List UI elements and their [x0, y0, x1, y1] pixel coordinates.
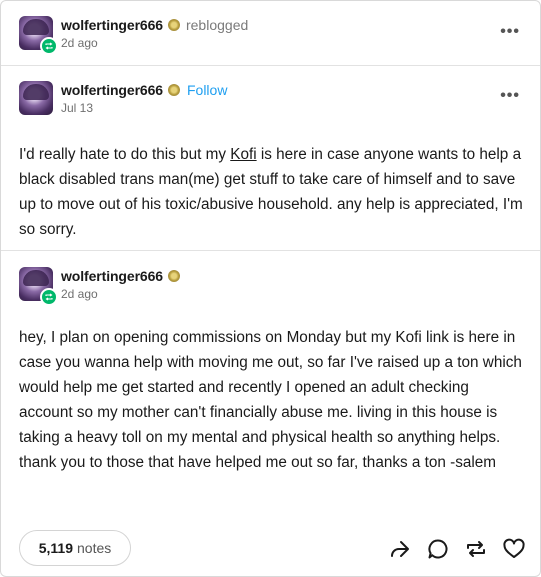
share-icon[interactable] [388, 537, 412, 561]
post-time[interactable]: 2d ago [61, 287, 180, 301]
notes-count: 5,119 [38, 540, 73, 556]
post-time[interactable]: 2d ago [61, 36, 248, 50]
verified-gear-icon [167, 270, 180, 282]
username[interactable]: wolfertinger666 [61, 17, 163, 33]
notes-button[interactable]: 5,119 notes [19, 530, 131, 566]
verified-gear-icon [167, 19, 180, 31]
kofi-link[interactable]: Kofi [230, 146, 256, 163]
post-actions [388, 537, 526, 561]
username[interactable]: wolfertinger666 [61, 268, 163, 284]
reblog-header: wolfertinger666 reblogged 2d ago [19, 16, 249, 55]
post1-header: wolfertinger666 Follow Jul 13 [19, 81, 227, 115]
username[interactable]: wolfertinger666 [61, 82, 163, 98]
post1-body: I'd really hate to do this but my Kofi i… [19, 142, 524, 242]
reblog-badge-icon [40, 37, 58, 55]
verified-gear-icon [167, 84, 180, 96]
reply-icon[interactable] [426, 537, 450, 561]
reblog-badge-icon [40, 288, 58, 306]
avatar[interactable] [19, 16, 58, 55]
more-options-icon[interactable]: ••• [500, 23, 520, 41]
reblog-action-label: reblogged [185, 17, 249, 33]
post1-text: I'd really hate to do this but my [19, 146, 231, 163]
avatar[interactable] [19, 81, 53, 115]
more-options-icon[interactable]: ••• [500, 87, 520, 105]
divider [1, 65, 540, 66]
like-icon[interactable] [502, 537, 526, 561]
post2-header: wolfertinger666 2d ago [19, 267, 180, 306]
post-card: wolfertinger666 reblogged 2d ago ••• wol… [0, 0, 541, 577]
post2-body: hey, I plan on opening commissions on Mo… [19, 329, 522, 471]
notes-label: notes [77, 540, 112, 556]
avatar[interactable] [19, 267, 58, 306]
post-date[interactable]: Jul 13 [61, 101, 227, 115]
reblog-icon[interactable] [464, 537, 488, 561]
follow-button[interactable]: Follow [187, 82, 227, 98]
divider [1, 250, 540, 251]
